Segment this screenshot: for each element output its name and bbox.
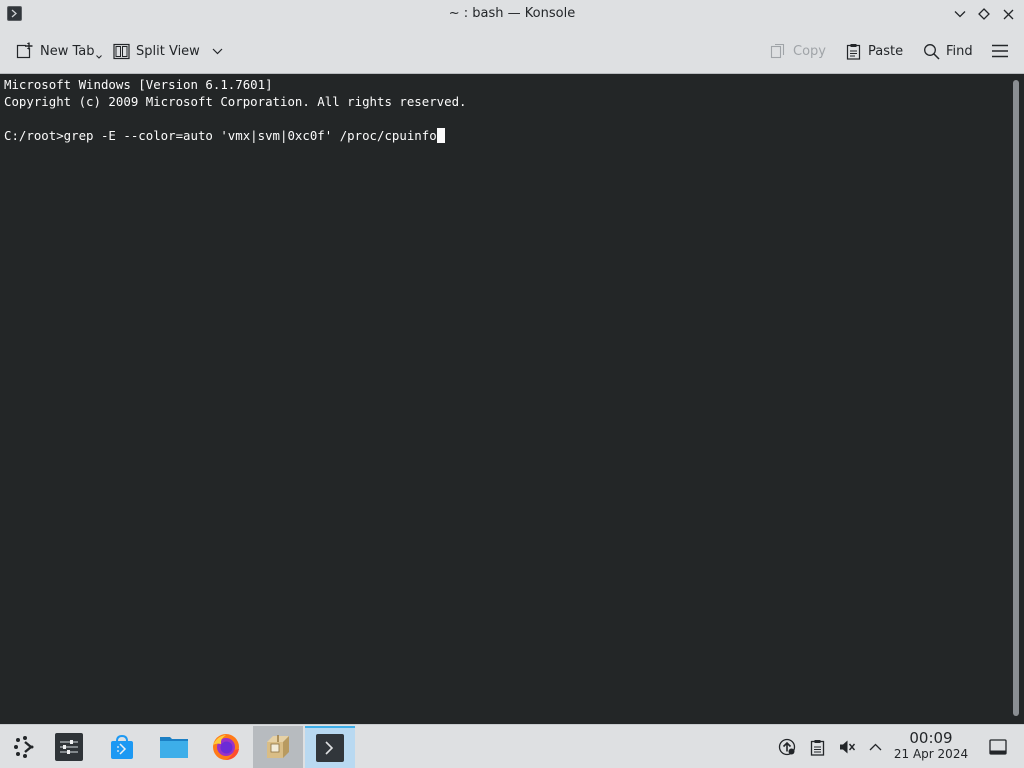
show-hidden-icons-chevron[interactable] xyxy=(864,725,886,768)
find-label: Find xyxy=(946,43,973,59)
application-launcher-icon[interactable] xyxy=(0,726,50,768)
terminal-prompt-line: C:/root>grep -E --color=auto 'vmx|svm|0x… xyxy=(4,127,1008,144)
text-cursor xyxy=(436,128,445,143)
paste-label: Paste xyxy=(868,43,904,59)
clock-date: 21 Apr 2024 xyxy=(893,747,969,761)
search-icon xyxy=(923,43,940,60)
toolbar: New Tab Split View Copy Paste Find xyxy=(0,28,1024,74)
window-title: ~ : bash — Konsole xyxy=(448,6,576,21)
new-tab-dropdown-icon[interactable] xyxy=(95,55,102,59)
split-view-button[interactable]: Split View xyxy=(113,28,223,74)
show-desktop-icon[interactable] xyxy=(986,725,1010,768)
maximize-icon[interactable] xyxy=(974,4,994,24)
paste-icon xyxy=(846,43,862,60)
konsole-icon[interactable] xyxy=(305,726,355,768)
updates-icon[interactable] xyxy=(776,725,798,768)
find-button[interactable]: Find xyxy=(923,28,973,74)
archive-manager-icon[interactable] xyxy=(253,726,303,768)
firefox-icon[interactable] xyxy=(201,726,251,768)
copy-icon xyxy=(770,43,787,60)
discover-store-icon[interactable] xyxy=(97,726,147,768)
terminal-line: Copyright (c) 2009 Microsoft Corporation… xyxy=(4,94,467,109)
copy-button[interactable]: Copy xyxy=(770,28,826,74)
new-tab-label: New Tab xyxy=(40,43,95,59)
system-settings-icon[interactable] xyxy=(44,726,94,768)
digital-clock[interactable]: 00:09 21 Apr 2024 xyxy=(890,729,972,762)
clipboard-icon[interactable] xyxy=(806,725,828,768)
new-tab-button[interactable]: New Tab xyxy=(16,28,107,74)
split-view-icon xyxy=(113,43,130,60)
clock-time: 00:09 xyxy=(909,729,953,747)
volume-muted-icon[interactable] xyxy=(836,725,858,768)
split-view-dropdown-icon[interactable] xyxy=(212,48,223,55)
hamburger-menu-icon[interactable] xyxy=(991,28,1009,74)
terminal-output[interactable]: Microsoft Windows [Version 6.1.7601] Cop… xyxy=(0,74,1008,724)
minimize-icon[interactable] xyxy=(950,4,970,24)
copy-label: Copy xyxy=(793,43,826,59)
split-view-label: Split View xyxy=(136,43,200,59)
close-icon[interactable] xyxy=(998,4,1018,24)
taskbar: 00:09 21 Apr 2024 xyxy=(0,724,1024,768)
scrollbar-thumb[interactable] xyxy=(1013,80,1019,716)
terminal-scrollbar[interactable] xyxy=(1008,74,1024,724)
terminal-line: Microsoft Windows [Version 6.1.7601] xyxy=(4,77,273,92)
title-bar[interactable]: ~ : bash — Konsole xyxy=(0,0,1024,28)
file-manager-icon[interactable] xyxy=(149,726,199,768)
new-tab-icon xyxy=(16,42,34,60)
paste-button[interactable]: Paste xyxy=(846,28,903,74)
terminal-command: C:/root>grep -E --color=auto 'vmx|svm|0x… xyxy=(4,128,437,143)
